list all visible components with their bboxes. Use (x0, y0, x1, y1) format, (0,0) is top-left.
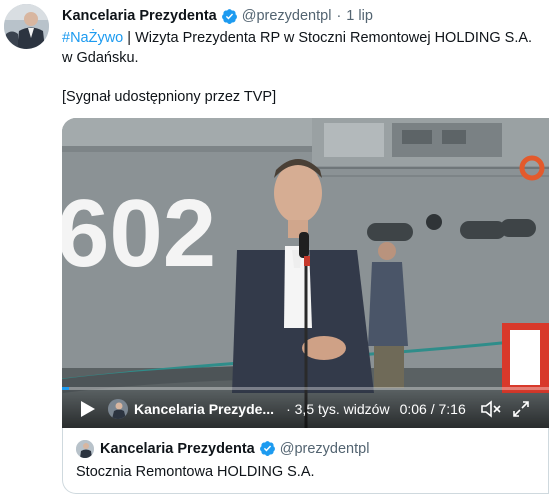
video-views: · 3,5 tys. widzów (286, 401, 390, 417)
verified-badge-icon (221, 8, 238, 25)
hull-number: 602 (62, 180, 216, 287)
tweet-note: [Sygnał udostępniony przez TVP] (62, 88, 277, 105)
play-icon[interactable] (78, 400, 96, 418)
quoted-tweet-text: Stocznia Remontowa HOLDING S.A. (76, 464, 315, 480)
quoted-header: Kancelaria Prezydenta @prezydentpl (100, 440, 369, 457)
author-handle[interactable]: @prezydentpl (242, 8, 332, 24)
video-views-count: 3,5 tys. widzów (294, 400, 390, 417)
tweet-date[interactable]: 1 lip (346, 8, 373, 24)
quoted-author-handle: @prezydentpl (279, 440, 370, 457)
video-frame: 602 (62, 118, 549, 428)
author-avatar[interactable] (4, 4, 49, 49)
video-author-name[interactable]: Kancelaria Prezyde... (134, 401, 274, 417)
video-controls: Kancelaria Prezyde... · 3,5 tys. widzów … (62, 389, 549, 428)
video-separator: · (286, 400, 291, 417)
mute-icon[interactable] (480, 399, 502, 418)
quoted-author-avatar (76, 440, 94, 458)
hashtag-link[interactable]: #NaŻywo (62, 30, 123, 46)
video-author-avatar (108, 398, 128, 419)
video-player[interactable]: 602 Kancelaria Prezyde... · 3,5 tys. wid… (62, 118, 549, 428)
video-timecode: 0:06 / 7:16 (399, 400, 466, 417)
tweet-header: Kancelaria Prezydenta @prezydentpl · 1 l… (62, 6, 373, 26)
quoted-author-name: Kancelaria Prezydenta (100, 440, 255, 457)
fullscreen-icon[interactable] (512, 400, 530, 418)
tweet-body: | Wizyta Prezydenta RP w Stoczni Remonto… (62, 30, 533, 66)
author-name[interactable]: Kancelaria Prezydenta (62, 8, 217, 24)
separator-dot: · (336, 8, 342, 24)
tweet-text: #NaŻywo | Wizyta Prezydenta RP w Stoczni… (62, 29, 542, 107)
quoted-verified-badge-icon (259, 440, 276, 457)
quoted-tweet-card[interactable]: Kancelaria Prezydenta @prezydentpl Stocz… (62, 428, 549, 494)
